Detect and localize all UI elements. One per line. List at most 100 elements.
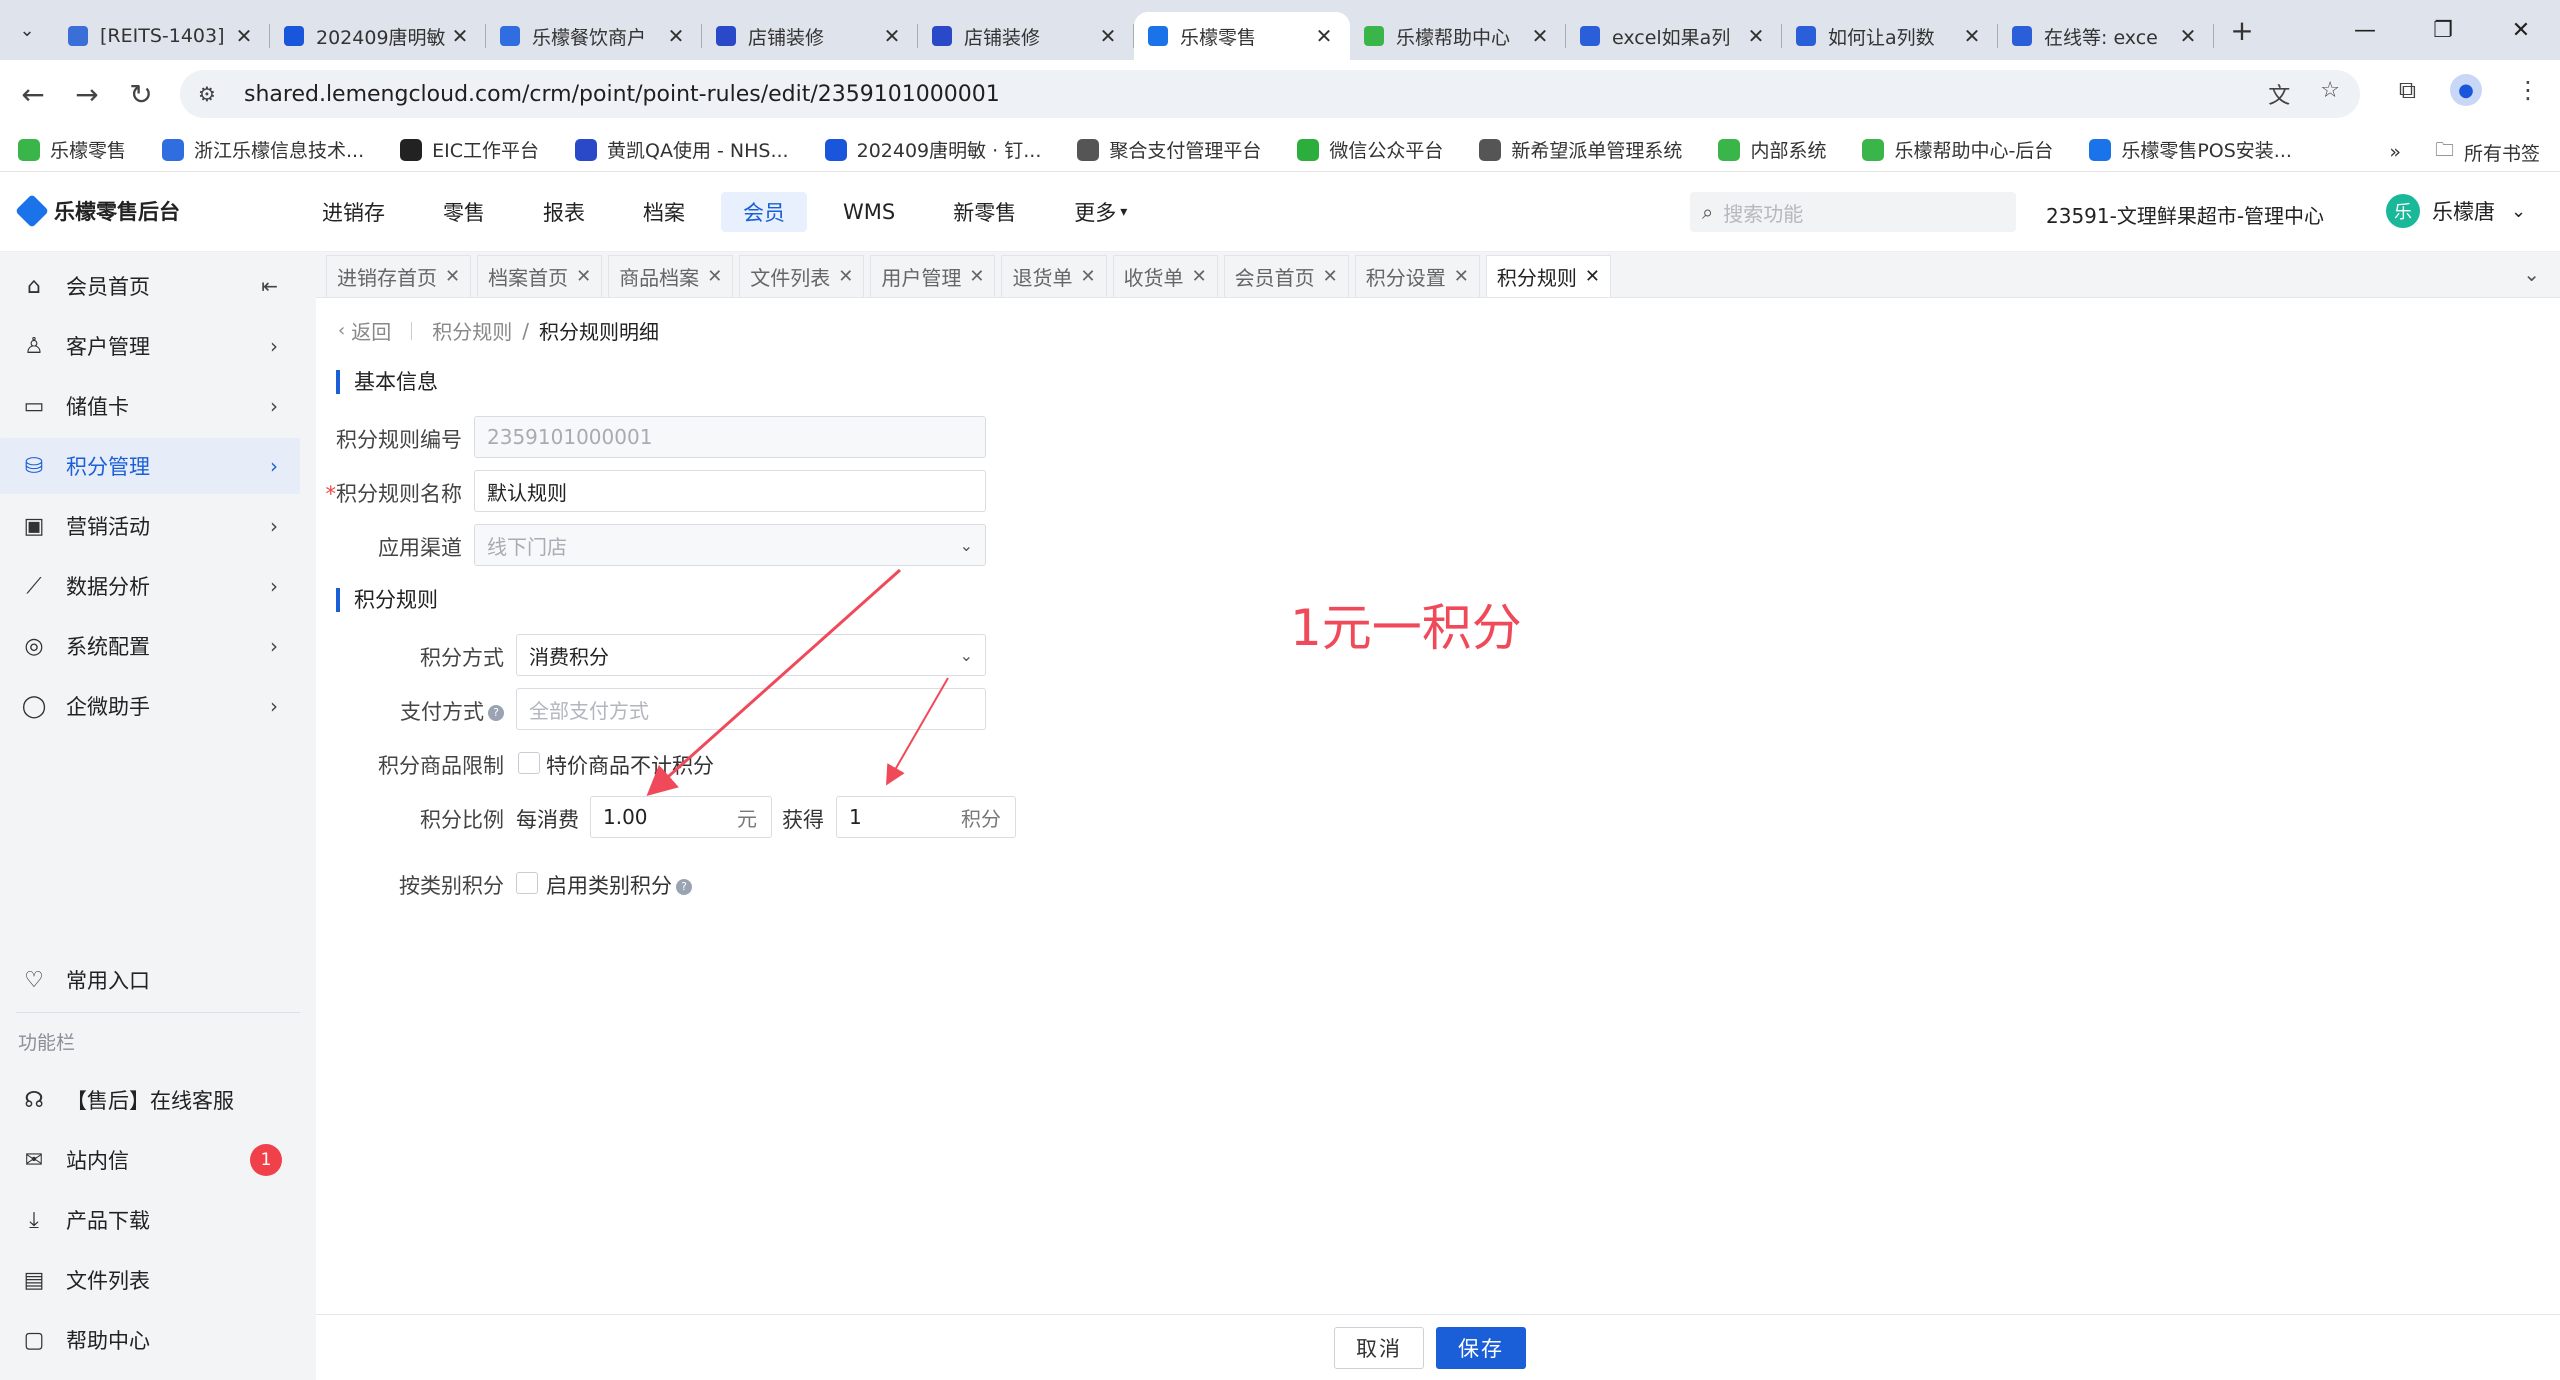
browser-tab[interactable]: 乐檬零售 ✕ <box>1134 12 1350 60</box>
chevron-left-icon[interactable]: ‹ <box>338 320 345 341</box>
bookmark-item[interactable]: 黄凯QA使用 - NHS... <box>575 136 789 163</box>
close-window-button[interactable]: ✕ <box>2482 0 2560 60</box>
bookmark-item[interactable]: 202409唐明敏 · 钉... <box>824 136 1041 163</box>
function-item[interactable]: ▢ 帮助中心 <box>0 1312 300 1368</box>
sidebar-item[interactable]: ⌂ 会员首页 ⇤ <box>0 258 300 314</box>
function-item[interactable]: ☊ 【售后】在线客服 <box>0 1072 300 1128</box>
function-search-input[interactable]: ⌕ 搜索功能 <box>1690 192 2016 232</box>
sidebar-item[interactable]: ⟋ 数据分析 › <box>0 558 300 614</box>
sidebar-item[interactable]: ♙ 客户管理 › <box>0 318 300 374</box>
more-bookmarks-icon[interactable]: » <box>2389 141 2401 163</box>
page-tab[interactable]: 文件列表 ✕ <box>739 255 865 297</box>
all-bookmarks-button[interactable]: 🗀 所有书签 <box>2435 136 2540 168</box>
browser-tab[interactable]: excel如果a列 ✕ <box>1566 12 1782 60</box>
page-tab[interactable]: 档案首页 ✕ <box>477 255 603 297</box>
close-tab-icon[interactable]: ✕ <box>1744 24 1768 48</box>
close-icon[interactable]: ✕ <box>838 266 853 287</box>
close-icon[interactable]: ✕ <box>1585 266 1600 287</box>
close-tab-icon[interactable]: ✕ <box>448 24 472 48</box>
close-icon[interactable]: ✕ <box>445 266 460 287</box>
function-item[interactable]: ▤ 文件列表 <box>0 1252 300 1308</box>
bookmark-item[interactable]: 新希望派单管理系统 <box>1479 136 1682 163</box>
help-icon[interactable]: ? <box>488 705 504 721</box>
main-nav-item[interactable]: 新零售 <box>931 192 1038 232</box>
close-tab-icon[interactable]: ✕ <box>232 24 256 48</box>
category-points-checkbox[interactable] <box>516 872 538 894</box>
browser-tab[interactable]: 202409唐明敏 ✕ <box>270 12 486 60</box>
minimize-button[interactable]: — <box>2326 0 2404 60</box>
special-price-checkbox[interactable] <box>518 752 540 774</box>
back-link[interactable]: 返回 <box>351 316 391 345</box>
main-nav-item[interactable]: WMS <box>821 192 917 232</box>
close-tab-icon[interactable]: ✕ <box>664 24 688 48</box>
method-select[interactable]: 消费积分 ⌄ <box>516 634 986 676</box>
sidebar-item[interactable]: ◯ 企微助手 › <box>0 678 300 734</box>
close-icon[interactable]: ✕ <box>1080 266 1095 287</box>
close-tab-icon[interactable]: ✕ <box>2176 24 2200 48</box>
translate-icon[interactable]: 文 <box>2268 78 2290 110</box>
app-logo[interactable]: 乐檬零售后台 <box>15 194 180 228</box>
new-tab-button[interactable]: + <box>2220 14 2264 47</box>
reload-button[interactable]: ↻ <box>114 78 168 111</box>
browser-tab[interactable]: [REITS-1403] ✕ <box>54 12 270 60</box>
sidebar-item[interactable]: ▭ 储值卡 › <box>0 378 300 434</box>
page-tab[interactable]: 进销存首页 ✕ <box>326 255 472 297</box>
page-tab[interactable]: 退货单 ✕ <box>1001 255 1107 297</box>
bookmark-item[interactable]: 浙江乐檬信息技术... <box>162 136 364 163</box>
main-nav-item[interactable]: 报表 <box>521 192 607 232</box>
tab-search-button[interactable]: ⌄ <box>0 8 54 52</box>
bookmark-item[interactable]: 乐檬零售 <box>18 136 126 163</box>
help-icon[interactable]: ? <box>676 879 692 895</box>
collapse-sidebar-icon[interactable]: ⇤ <box>261 274 278 298</box>
close-tab-icon[interactable]: ✕ <box>1096 24 1120 48</box>
bookmark-item[interactable]: 乐檬帮助中心-后台 <box>1862 136 2053 163</box>
chevron-down-icon[interactable]: ⌄ <box>2523 262 2540 286</box>
close-icon[interactable]: ✕ <box>969 266 984 287</box>
page-tab[interactable]: 收货单 ✕ <box>1112 255 1218 297</box>
site-info-icon[interactable]: ⚙ <box>198 82 226 106</box>
close-icon[interactable]: ✕ <box>1454 266 1469 287</box>
ratio-amount-input[interactable]: 1.00 元 <box>590 796 772 838</box>
browser-tab[interactable]: 店铺装修 ✕ <box>918 12 1134 60</box>
browser-tab[interactable]: 乐檬餐饮商户 ✕ <box>486 12 702 60</box>
sidebar-item[interactable]: ⛁ 积分管理 › <box>0 438 300 494</box>
ratio-points-input[interactable]: 1 积分 <box>836 796 1016 838</box>
browser-tab[interactable]: 乐檬帮助中心 ✕ <box>1350 12 1566 60</box>
user-menu[interactable]: 乐 乐檬唐 ⌄ <box>2386 194 2526 228</box>
sidebar-item[interactable]: ◎ 系统配置 › <box>0 618 300 674</box>
function-item[interactable]: ⤓ 产品下载 <box>0 1192 300 1248</box>
page-tab[interactable]: 积分设置 ✕ <box>1354 255 1480 297</box>
forward-button[interactable]: → <box>60 78 114 111</box>
close-tab-icon[interactable]: ✕ <box>1960 24 1984 48</box>
page-tab[interactable]: 会员首页 ✕ <box>1223 255 1349 297</box>
main-nav-item[interactable]: 档案 <box>621 192 707 232</box>
main-nav-item[interactable]: 更多 ▾ <box>1052 192 1149 232</box>
browser-tab[interactable]: 店铺装修 ✕ <box>702 12 918 60</box>
close-tab-icon[interactable]: ✕ <box>880 24 904 48</box>
main-nav-item[interactable]: 会员 <box>721 192 807 232</box>
close-tab-icon[interactable]: ✕ <box>1312 24 1336 48</box>
back-button[interactable]: ← <box>6 78 60 111</box>
sidebar-item[interactable]: ▣ 营销活动 › <box>0 498 300 554</box>
breadcrumb-parent[interactable]: 积分规则 <box>432 316 512 345</box>
save-button[interactable]: 保存 <box>1436 1327 1526 1369</box>
main-nav-item[interactable]: 进销存 <box>300 192 407 232</box>
bookmark-item[interactable]: EIC工作平台 <box>400 136 539 163</box>
channel-select[interactable]: 线下门店 ⌄ <box>474 524 986 566</box>
bookmark-item[interactable]: 聚合支付管理平台 <box>1077 136 1261 163</box>
store-selector[interactable]: 23591-文理鲜果超市-管理中心 <box>2046 200 2324 229</box>
close-icon[interactable]: ✕ <box>576 266 591 287</box>
page-tab[interactable]: 积分规则 ✕ <box>1485 255 1611 297</box>
kebab-menu-icon[interactable]: ⋮ <box>2516 76 2540 104</box>
restore-button[interactable]: ❐ <box>2404 0 2482 60</box>
bookmark-item[interactable]: 微信公众平台 <box>1297 136 1443 163</box>
url-field[interactable]: ⚙ shared.lemengcloud.com/crm/point/point… <box>180 70 2360 118</box>
page-tab[interactable]: 商品档案 ✕ <box>608 255 734 297</box>
close-icon[interactable]: ✕ <box>707 266 722 287</box>
main-nav-item[interactable]: 零售 <box>421 192 507 232</box>
common-entry[interactable]: ♡ 常用入口 <box>0 952 300 1008</box>
rule-name-input[interactable]: 默认规则 <box>474 470 986 512</box>
browser-tab[interactable]: 如何让a列数 ✕ <box>1782 12 1998 60</box>
close-tab-icon[interactable]: ✕ <box>1528 24 1552 48</box>
cancel-button[interactable]: 取消 <box>1334 1327 1424 1369</box>
